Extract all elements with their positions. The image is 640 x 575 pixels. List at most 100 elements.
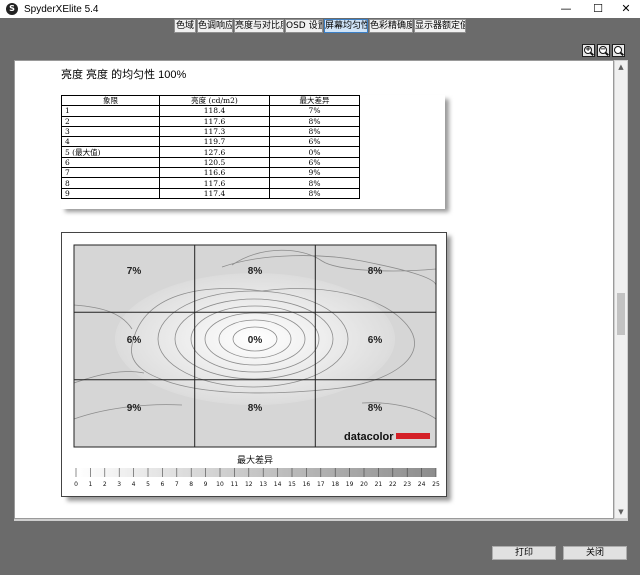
scroll-up-icon[interactable]: ▲ bbox=[615, 61, 627, 73]
legend-scale: 0 1 2 3 4 5 6 7 8 9 10 11 12 13 14 15 16 17 18 19 20 21 22 23 24… bbox=[74, 468, 440, 488]
luminance-cell: 119.7 bbox=[159, 136, 270, 148]
legend-tick-label: 12 bbox=[245, 481, 253, 488]
tab-strip: 色域 色调响应 亮度与对比度 OSD 设置 屏幕均匀性 色彩精确度 显示器额定值 bbox=[0, 18, 640, 34]
legend-tick-label: 9 bbox=[204, 481, 208, 488]
tab-osd-settings[interactable]: OSD 设置 bbox=[285, 19, 323, 33]
luminance-cell: 118.4 bbox=[159, 105, 270, 117]
legend-tick-label: 2 bbox=[103, 481, 107, 488]
uniformity-table: 象限 亮度 (cd/m2) 最大差异 1 118.4 7% 2 117.6 8% 3 117.… bbox=[61, 94, 445, 209]
table-row: 3 117.3 8% bbox=[61, 125, 360, 138]
cell-label-4: 6% bbox=[127, 335, 142, 346]
tab-color-accuracy[interactable]: 色彩精确度 bbox=[369, 19, 413, 33]
luminance-cell: 116.6 bbox=[159, 167, 270, 179]
table-row: 8 117.6 8% bbox=[61, 177, 360, 189]
print-button[interactable]: 打印 bbox=[492, 546, 556, 560]
legend-tick-label: 20 bbox=[360, 481, 368, 488]
legend-tick-label: 7 bbox=[175, 481, 179, 488]
col-header-luminance: 亮度 (cd/m2) bbox=[159, 94, 270, 107]
max-diff-cell: 6% bbox=[269, 136, 360, 148]
uniformity-contour-map: 7% 8% 8% 6% 0% 6% 9% 8% 8% datacolor 最大差… bbox=[73, 244, 440, 488]
luminance-cell: 117.4 bbox=[159, 187, 270, 199]
quadrant-cell: 7 bbox=[61, 167, 160, 179]
max-diff-cell: 6% bbox=[269, 156, 360, 169]
quadrant-cell: 5 (最大值) bbox=[61, 146, 160, 158]
legend-tick-label: 14 bbox=[274, 481, 282, 488]
max-diff-cell: 8% bbox=[269, 177, 360, 189]
report-view: 亮度 亮度 的均匀性 100% 象限 亮度 (cd/m2) 最大差异 1 118.… bbox=[14, 60, 614, 519]
scroll-down-icon[interactable]: ▼ bbox=[615, 506, 627, 518]
cell-label-3: 8% bbox=[368, 266, 383, 277]
legend-tick-label: 21 bbox=[375, 481, 383, 488]
quadrant-cell: 3 bbox=[61, 125, 160, 138]
max-diff-cell: 8% bbox=[269, 115, 360, 127]
legend-tick-label: 13 bbox=[259, 481, 267, 488]
close-button[interactable]: 关闭 bbox=[563, 546, 627, 560]
luminance-cell: 127.6 bbox=[159, 146, 270, 158]
legend-tick-label: 19 bbox=[346, 481, 354, 488]
cell-label-2: 8% bbox=[248, 266, 263, 277]
legend-tick-label: 10 bbox=[216, 481, 224, 488]
table-row: 4 119.7 6% bbox=[61, 136, 360, 148]
cell-label-8: 8% bbox=[248, 403, 263, 414]
quadrant-cell: 1 bbox=[61, 105, 160, 117]
legend-tick-label: 5 bbox=[146, 481, 150, 488]
cell-label-7: 9% bbox=[127, 403, 142, 414]
table-row: 1 118.4 7% bbox=[61, 105, 360, 117]
report-heading: 亮度 亮度 的均匀性 100% bbox=[61, 69, 187, 81]
quadrant-cell: 8 bbox=[61, 177, 160, 189]
close-icon[interactable]: ✕ bbox=[610, 0, 640, 18]
luminance-cell: 117.6 bbox=[159, 177, 270, 189]
table-row: 9 117.4 8% bbox=[61, 187, 360, 199]
legend-tick-label: 4 bbox=[132, 481, 136, 488]
zoom-in-icon[interactable]: + bbox=[582, 44, 595, 57]
legend-tick-label: 0 bbox=[74, 481, 78, 488]
legend-tick-label: 6 bbox=[160, 481, 164, 488]
scroll-thumb[interactable] bbox=[617, 293, 625, 335]
vertical-scrollbar[interactable]: ▲ ▼ bbox=[614, 60, 628, 519]
quadrant-cell: 4 bbox=[61, 136, 160, 148]
legend-tick-label: 11 bbox=[231, 481, 239, 488]
col-header-quadrant: 象限 bbox=[61, 94, 160, 107]
cell-label-9: 8% bbox=[368, 403, 383, 414]
legend-tick-label: 24 bbox=[418, 481, 426, 488]
legend-tick-label: 15 bbox=[288, 481, 296, 488]
datacolor-logo-bar bbox=[396, 433, 430, 439]
tab-screen-uniformity[interactable]: 屏幕均匀性 bbox=[324, 19, 368, 33]
legend-tick-label: 22 bbox=[389, 481, 397, 488]
cell-label-5: 0% bbox=[248, 335, 263, 346]
minimize-icon[interactable]: — bbox=[550, 0, 582, 18]
tab-tone-response[interactable]: 色调响应 bbox=[197, 19, 233, 33]
luminance-cell: 117.6 bbox=[159, 115, 270, 127]
app-icon: S bbox=[6, 3, 18, 15]
tab-gamut[interactable]: 色域 bbox=[174, 19, 196, 33]
luminance-cell: 117.3 bbox=[159, 125, 270, 138]
legend-tick-label: 17 bbox=[317, 481, 325, 488]
table-row: 5 (最大值) 127.6 0% bbox=[61, 146, 360, 158]
max-diff-cell: 8% bbox=[269, 125, 360, 138]
tab-display-rating[interactable]: 显示器额定值 bbox=[414, 19, 466, 33]
luminance-cell: 120.5 bbox=[159, 156, 270, 169]
zoom-out-icon[interactable]: − bbox=[597, 44, 610, 57]
datacolor-logo: datacolor bbox=[344, 431, 394, 443]
legend-gradient-bar bbox=[76, 468, 436, 477]
quadrant-cell: 2 bbox=[61, 115, 160, 127]
legend-tick-label: 25 bbox=[432, 481, 440, 488]
window-title: SpyderXElite 5.4 bbox=[24, 3, 99, 15]
legend-tick-label: 1 bbox=[88, 481, 92, 488]
quadrant-cell: 9 bbox=[61, 187, 160, 199]
tab-brightness-contrast[interactable]: 亮度与对比度 bbox=[234, 19, 284, 33]
cell-label-6: 6% bbox=[368, 335, 383, 346]
legend-tick-label: 23 bbox=[403, 481, 411, 488]
legend-title: 最大差异 bbox=[237, 454, 273, 466]
legend-tick-label: 18 bbox=[331, 481, 339, 488]
legend-tick-label: 16 bbox=[303, 481, 311, 488]
zoom-fit-icon[interactable] bbox=[612, 44, 625, 57]
legend-tick-label: 8 bbox=[189, 481, 193, 488]
max-diff-cell: 7% bbox=[269, 105, 360, 117]
max-diff-cell: 9% bbox=[269, 167, 360, 179]
uniformity-map-panel: 7% 8% 8% 6% 0% 6% 9% 8% 8% datacolor 最大差… bbox=[61, 232, 447, 497]
legend-tick-label: 3 bbox=[117, 481, 121, 488]
cell-label-1: 7% bbox=[127, 266, 142, 277]
title-bar: S SpyderXElite 5.4 — ☐ ✕ bbox=[0, 0, 640, 18]
quadrant-cell: 6 bbox=[61, 156, 160, 169]
